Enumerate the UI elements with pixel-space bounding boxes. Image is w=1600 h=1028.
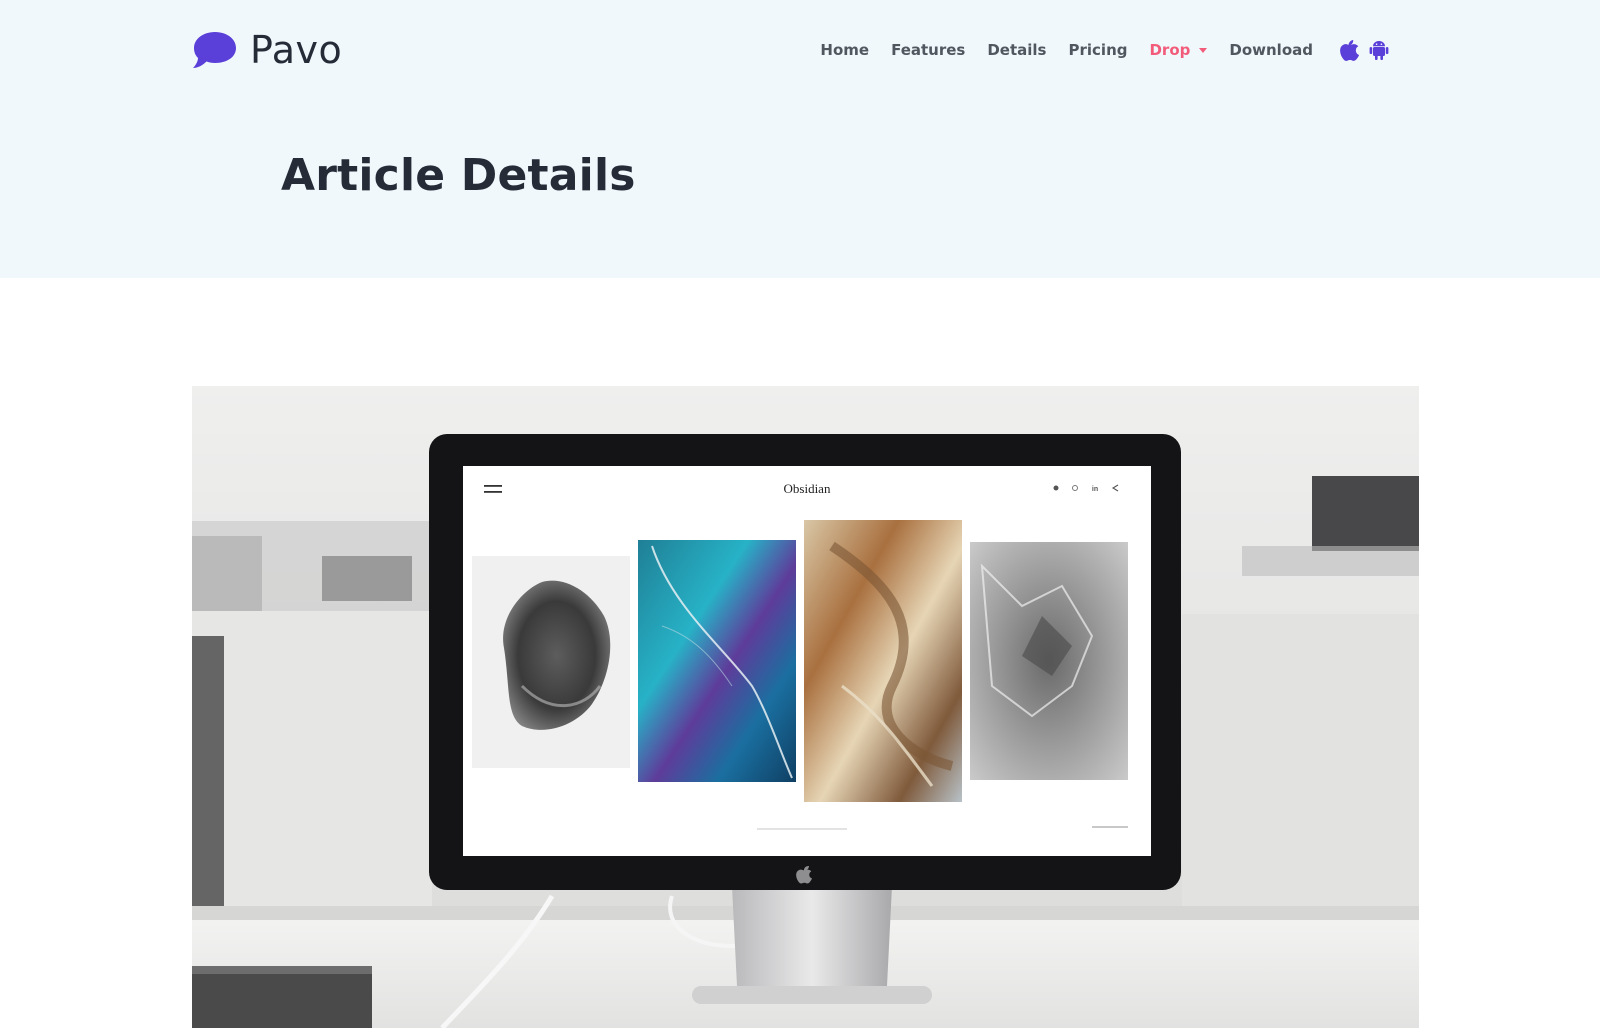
store-links — [1340, 39, 1389, 61]
apple-icon[interactable] — [1340, 39, 1360, 61]
nav-details[interactable]: Details — [987, 41, 1046, 59]
page-title: Article Details — [281, 150, 636, 201]
nav-home[interactable]: Home — [820, 41, 869, 59]
nav-download[interactable]: Download — [1229, 41, 1313, 59]
hero-image: Obsidian in — [192, 386, 1419, 1028]
main-nav: Home Features Details Pricing Drop Downl… — [798, 38, 1389, 62]
twitter-icon — [1053, 485, 1059, 491]
screen-site-title: Obsidian — [784, 481, 831, 496]
nav-pricing[interactable]: Pricing — [1069, 41, 1128, 59]
logo[interactable]: Pavo — [192, 28, 342, 72]
android-icon[interactable] — [1369, 39, 1389, 61]
speech-bubble-icon — [193, 32, 236, 68]
linkedin-icon: in — [1092, 486, 1098, 493]
top-navbar: Pavo Home Features Details Pricing Drop … — [0, 0, 1600, 100]
caret-down-icon — [1199, 47, 1208, 53]
imac-desk-photo: Obsidian in — [192, 386, 1419, 1028]
brand-name: Pavo — [250, 28, 343, 72]
nav-drop-dropdown[interactable]: Drop — [1149, 41, 1208, 59]
nav-drop-label: Drop — [1149, 41, 1191, 59]
nav-features[interactable]: Features — [891, 41, 965, 59]
